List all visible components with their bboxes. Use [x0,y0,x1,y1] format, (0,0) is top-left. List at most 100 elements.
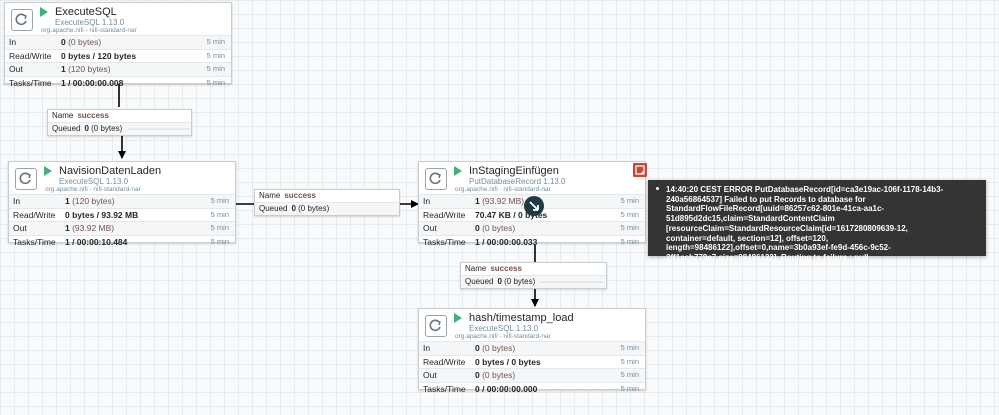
stat-time: 5 min [210,196,229,205]
stat-label: Read/Write [9,50,52,61]
stat-time: 5 min [210,223,229,232]
connection-queued-row: Queued 0 (0 bytes) [255,202,399,215]
running-icon [454,166,462,176]
processor-stats: In 0 (0 bytes) 5 min Read/Write 0 bytes / 0… [419,341,645,395]
stat-time: 5 min [206,50,225,60]
stat-time: 5 min [206,64,225,73]
stat-row-tasks: Tasks/Time 1 / 00:00:00.033 5 min [419,234,645,249]
stat-label: Read/Write [423,356,466,367]
stat-row-out: Out 1 (93.92 MB) 5 min [9,221,235,235]
running-icon [454,313,462,323]
stat-row-readwrite: Read/Write 0 bytes / 120 bytes 5 min [5,48,231,63]
processor-name: hash/timestamp_load [469,312,574,324]
stat-time: 5 min [620,223,639,232]
stat-label: Out [9,64,23,74]
stat-value: 0 / 00:00:00.000 [475,383,538,394]
stat-row-out: Out 0 (0 bytes) 5 min [419,221,645,235]
processor-executesql[interactable]: ExecuteSQL ExecuteSQL 1.13.0 org.apache.… [4,2,232,88]
connection-name-label: Name [465,264,487,273]
stat-sub: (93.92 MB) [479,196,525,206]
running-icon [44,166,52,176]
processor-type: ExecuteSQL 1.13.0 [59,177,129,186]
stat-time: 5 min [620,356,639,366]
bulletin-message: 14:40:20 CEST ERROR PutDatabaseRecord[id… [666,185,944,262]
stat-sub: (120 bytes) [69,196,115,206]
bulletin-tooltip: 14:40:20 CEST ERROR PutDatabaseRecord[id… [648,180,986,262]
stat-value: 1 / 00:00:00.033 [475,236,538,247]
stat-value: 1 / 00:00:00.008 [61,77,124,88]
stat-sub: (0 bytes) [479,370,516,380]
stat-label: Read/Write [423,209,466,220]
connection-name-row: Name success [255,190,399,202]
processor-stats: In 1 (120 bytes) 5 min Read/Write 0 bytes /… [9,194,235,248]
processor-bundle: org.apache.nifi - nifi-standard-nar [455,186,551,193]
stat-time: 5 min [620,209,639,219]
processor-bundle: org.apache.nifi - nifi-standard-nar [45,186,141,193]
stat-time: 5 min [620,370,639,379]
stat-label: In [13,196,21,206]
connection-relationship: success [77,111,109,120]
processor-name: NavisionDatenLaden [59,165,162,177]
processor-icon [15,168,37,190]
stat-row-out: Out 1 (120 bytes) 5 min [5,62,231,76]
processor-hash-timestamp-load[interactable]: hash/timestamp_load ExecuteSQL 1.13.0 or… [418,308,646,394]
processor-name: InStagingEinfügen [469,165,559,177]
stat-label: In [423,196,431,206]
stat-sub: (0 bytes) [65,37,102,47]
stat-label: In [9,37,17,47]
stat-row-out: Out 0 (0 bytes) 5 min [419,368,645,382]
processor-type: ExecuteSQL 1.13.0 [55,18,125,27]
bulletin-icon[interactable] [633,163,647,177]
stat-label: Tasks/Time [9,77,52,88]
stat-sub: (120 bytes) [65,64,111,74]
connection-queued-row: Queued 0 (0 bytes) [48,122,191,135]
stat-label: Tasks/Time [13,236,56,247]
stat-label: Tasks/Time [423,383,466,394]
stat-label: In [423,343,431,353]
stat-label: Out [13,223,27,233]
connection-name-label: Name [52,111,74,120]
stat-row-in: In 0 (0 bytes) 5 min [5,35,231,49]
stat-time: 5 min [210,209,229,219]
queued-size: (0 bytes) [88,124,123,133]
stat-sub: (0 bytes) [479,343,516,353]
stat-row-tasks: Tasks/Time 1 / 00:00:10.484 5 min [9,234,235,249]
queued-label: Queued [465,277,494,286]
connection-label-success[interactable]: Name success Queued 0 (0 bytes) [254,189,400,216]
processor-type: ExecuteSQL 1.13.0 [469,324,539,333]
stat-row-in: In 0 (0 bytes) 5 min [419,341,645,355]
connection-name-row: Name success [48,110,191,122]
queue-bar [128,127,191,130]
queue-bar [541,280,604,283]
processor-stats: In 0 (0 bytes) 5 min Read/Write 0 bytes / 1… [5,35,231,89]
stat-row-tasks: Tasks/Time 0 / 00:00:00.000 5 min [419,381,645,396]
connection-name-label: Name [259,191,281,200]
processor-icon [11,9,33,31]
processor-type: PutDatabaseRecord 1.13.0 [469,177,566,186]
connection-label-success[interactable]: Name success Queued 0 (0 bytes) [47,109,192,136]
stat-time: 5 min [620,236,639,246]
flow-canvas[interactable]: ExecuteSQL ExecuteSQL 1.13.0 org.apache.… [0,0,999,415]
queued-size: (0 bytes) [295,204,330,213]
queued-label: Queued [52,124,81,133]
queued-size: (0 bytes) [501,277,536,286]
processor-name: ExecuteSQL [55,6,117,18]
stat-row-tasks: Tasks/Time 1 / 00:00:00.008 5 min [5,75,231,90]
connection-label-success[interactable]: Name success Queued 0 (0 bytes) [460,262,607,289]
cursor-icon [524,196,544,216]
bullet-dot [656,187,659,190]
stat-row-readwrite: Read/Write 0 bytes / 93.92 MB 5 min [9,207,235,222]
stat-time: 5 min [210,236,229,246]
processor-bundle: org.apache.nifi - nifi-standard-nar [41,27,137,34]
stat-label: Out [423,223,437,233]
processor-navisiondatenladen[interactable]: NavisionDatenLaden ExecuteSQL 1.13.0 org… [8,161,236,247]
processor-icon [425,168,447,190]
connection-relationship: success [284,191,316,200]
stat-sub: (93.92 MB) [69,223,115,233]
processor-bundle: org.apache.nifi - nifi-standard-nar [455,333,551,340]
connection-queued-row: Queued 0 (0 bytes) [461,275,606,288]
processor-icon [425,315,447,337]
stat-time: 5 min [206,37,225,46]
stat-value: 1 / 00:00:10.484 [65,236,128,247]
stat-time: 5 min [206,77,225,87]
